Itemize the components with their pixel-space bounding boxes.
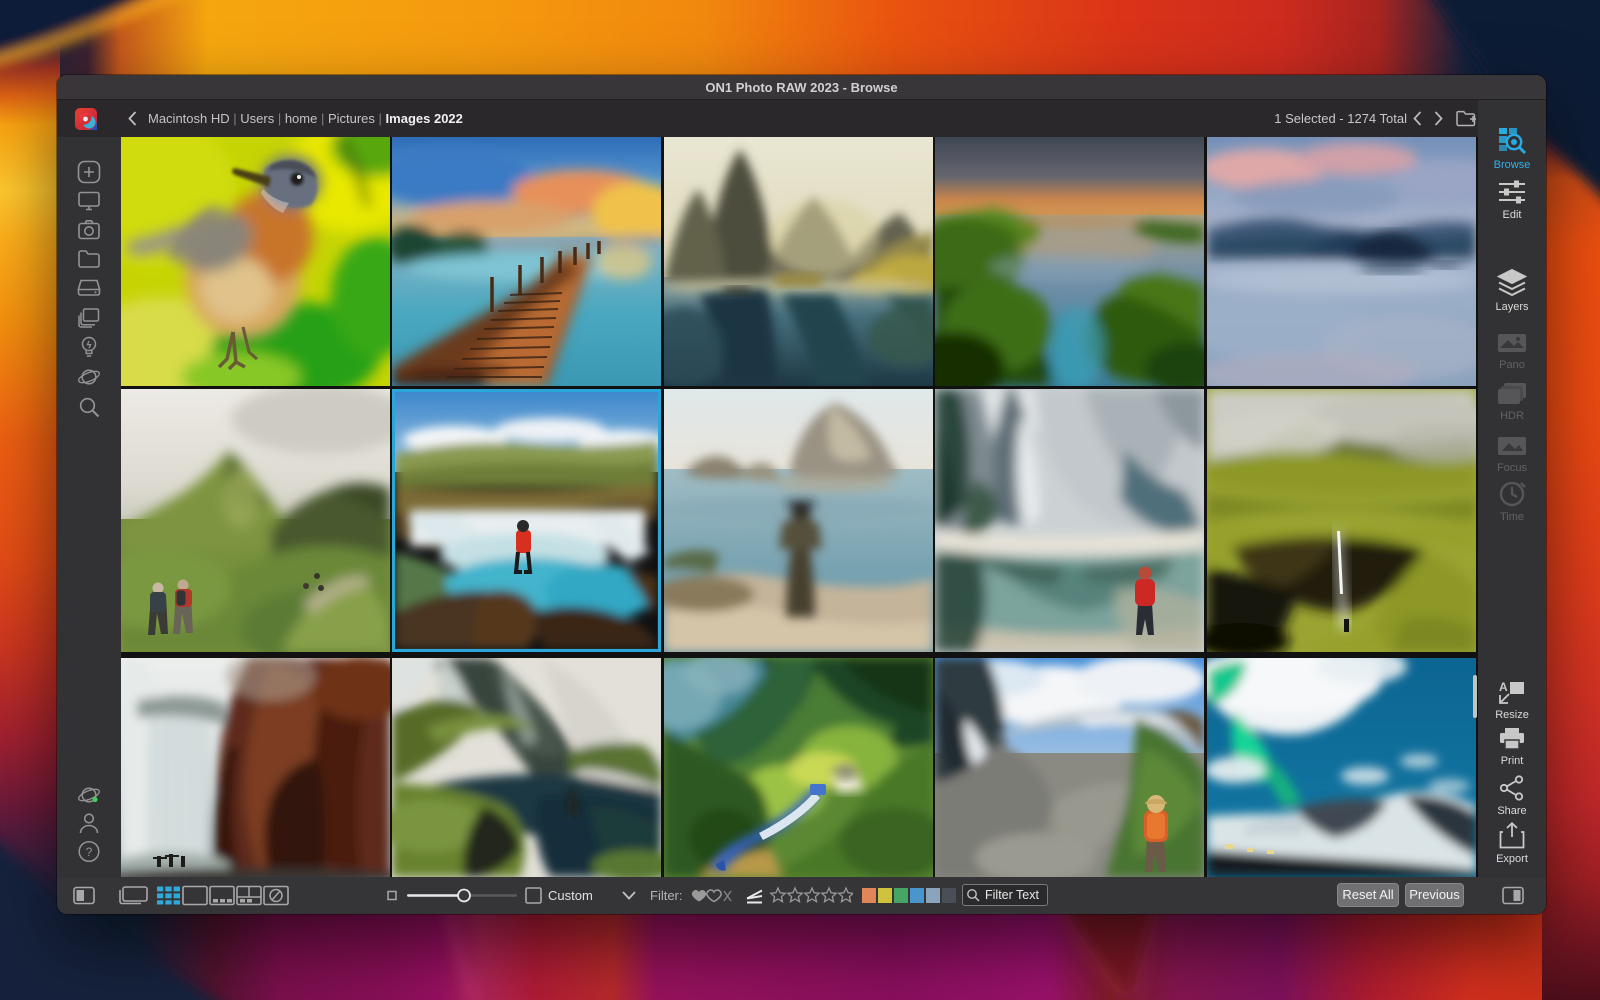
svg-text:A: A bbox=[1499, 680, 1508, 694]
svg-text:?: ? bbox=[86, 845, 93, 859]
